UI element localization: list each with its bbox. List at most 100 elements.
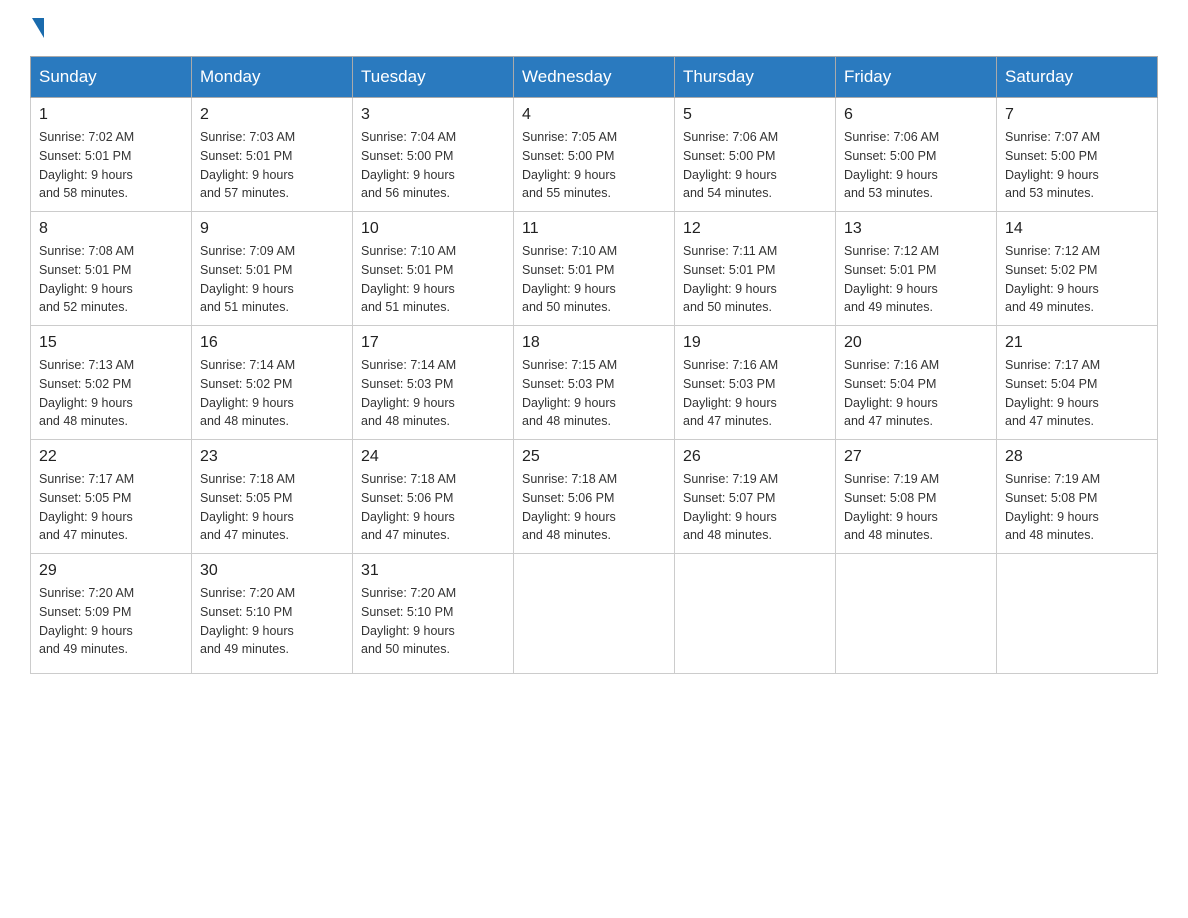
calendar-cell: 16 Sunrise: 7:14 AM Sunset: 5:02 PM Dayli… (192, 326, 353, 440)
calendar-cell: 30 Sunrise: 7:20 AM Sunset: 5:10 PM Dayli… (192, 554, 353, 674)
day-info: Sunrise: 7:02 AM Sunset: 5:01 PM Dayligh… (39, 128, 183, 203)
day-info: Sunrise: 7:10 AM Sunset: 5:01 PM Dayligh… (361, 242, 505, 317)
calendar-table: SundayMondayTuesdayWednesdayThursdayFrid… (30, 56, 1158, 674)
day-number: 23 (200, 448, 344, 466)
day-info: Sunrise: 7:12 AM Sunset: 5:02 PM Dayligh… (1005, 242, 1149, 317)
calendar-cell: 3 Sunrise: 7:04 AM Sunset: 5:00 PM Daylig… (353, 98, 514, 212)
day-number: 17 (361, 334, 505, 352)
day-info: Sunrise: 7:19 AM Sunset: 5:07 PM Dayligh… (683, 470, 827, 545)
day-number: 24 (361, 448, 505, 466)
day-number: 6 (844, 106, 988, 124)
day-number: 30 (200, 562, 344, 580)
day-number: 28 (1005, 448, 1149, 466)
calendar-cell: 31 Sunrise: 7:20 AM Sunset: 5:10 PM Dayli… (353, 554, 514, 674)
logo (30, 20, 44, 36)
day-number: 10 (361, 220, 505, 238)
calendar-cell: 7Sunrise: 7:07 AM Sunset: 5:00 PM Daylig… (997, 98, 1158, 212)
day-info: Sunrise: 7:13 AM Sunset: 5:02 PM Dayligh… (39, 356, 183, 431)
day-info: Sunrise: 7:03 AM Sunset: 5:01 PM Dayligh… (200, 128, 344, 203)
day-info: Sunrise: 7:08 AM Sunset: 5:01 PM Dayligh… (39, 242, 183, 317)
calendar-header-saturday: Saturday (997, 57, 1158, 98)
day-number: 29 (39, 562, 183, 580)
calendar-cell (514, 554, 675, 674)
calendar-cell: 22Sunrise: 7:17 AM Sunset: 5:05 PM Dayli… (31, 440, 192, 554)
day-number: 13 (844, 220, 988, 238)
day-info: Sunrise: 7:19 AM Sunset: 5:08 PM Dayligh… (844, 470, 988, 545)
day-number: 9 (200, 220, 344, 238)
calendar-cell (675, 554, 836, 674)
calendar-header-friday: Friday (836, 57, 997, 98)
day-number: 16 (200, 334, 344, 352)
calendar-cell: 27 Sunrise: 7:19 AM Sunset: 5:08 PM Dayli… (836, 440, 997, 554)
calendar-cell: 15 Sunrise: 7:13 AM Sunset: 5:02 PM Dayli… (31, 326, 192, 440)
day-number: 3 (361, 106, 505, 124)
day-info: Sunrise: 7:18 AM Sunset: 5:05 PM Dayligh… (200, 470, 344, 545)
day-number: 26 (683, 448, 827, 466)
calendar-header-thursday: Thursday (675, 57, 836, 98)
calendar-header-row: SundayMondayTuesdayWednesdayThursdayFrid… (31, 57, 1158, 98)
day-info: Sunrise: 7:14 AM Sunset: 5:03 PM Dayligh… (361, 356, 505, 431)
day-number: 15 (39, 334, 183, 352)
calendar-cell (836, 554, 997, 674)
calendar-week-row: 29 Sunrise: 7:20 AM Sunset: 5:09 PM Dayli… (31, 554, 1158, 674)
day-info: Sunrise: 7:14 AM Sunset: 5:02 PM Dayligh… (200, 356, 344, 431)
day-number: 14 (1005, 220, 1149, 238)
day-number: 20 (844, 334, 988, 352)
day-number: 8 (39, 220, 183, 238)
calendar-header-wednesday: Wednesday (514, 57, 675, 98)
day-number: 18 (522, 334, 666, 352)
calendar-cell: 8 Sunrise: 7:08 AM Sunset: 5:01 PM Daylig… (31, 212, 192, 326)
day-number: 2 (200, 106, 344, 124)
day-info: Sunrise: 7:05 AM Sunset: 5:00 PM Dayligh… (522, 128, 666, 203)
day-info: Sunrise: 7:17 AM Sunset: 5:04 PM Dayligh… (1005, 356, 1149, 431)
calendar-cell: 24 Sunrise: 7:18 AM Sunset: 5:06 PM Dayli… (353, 440, 514, 554)
calendar-cell: 20 Sunrise: 7:16 AM Sunset: 5:04 PM Dayli… (836, 326, 997, 440)
day-info: Sunrise: 7:17 AM Sunset: 5:05 PM Dayligh… (39, 470, 183, 545)
logo-triangle-icon (32, 18, 44, 38)
day-info: Sunrise: 7:11 AM Sunset: 5:01 PM Dayligh… (683, 242, 827, 317)
calendar-cell: 14 Sunrise: 7:12 AM Sunset: 5:02 PM Dayli… (997, 212, 1158, 326)
day-number: 1 (39, 106, 183, 124)
day-info: Sunrise: 7:10 AM Sunset: 5:01 PM Dayligh… (522, 242, 666, 317)
calendar-cell: 4 Sunrise: 7:05 AM Sunset: 5:00 PM Daylig… (514, 98, 675, 212)
calendar-week-row: 8 Sunrise: 7:08 AM Sunset: 5:01 PM Daylig… (31, 212, 1158, 326)
calendar-cell: 5Sunrise: 7:06 AM Sunset: 5:00 PM Daylig… (675, 98, 836, 212)
calendar-cell: 28Sunrise: 7:19 AM Sunset: 5:08 PM Dayli… (997, 440, 1158, 554)
day-number: 27 (844, 448, 988, 466)
day-number: 11 (522, 220, 666, 238)
day-number: 25 (522, 448, 666, 466)
calendar-cell: 29 Sunrise: 7:20 AM Sunset: 5:09 PM Dayli… (31, 554, 192, 674)
calendar-cell: 13 Sunrise: 7:12 AM Sunset: 5:01 PM Dayli… (836, 212, 997, 326)
calendar-cell: 18 Sunrise: 7:15 AM Sunset: 5:03 PM Dayli… (514, 326, 675, 440)
calendar-cell: 17 Sunrise: 7:14 AM Sunset: 5:03 PM Dayli… (353, 326, 514, 440)
day-info: Sunrise: 7:04 AM Sunset: 5:00 PM Dayligh… (361, 128, 505, 203)
day-number: 4 (522, 106, 666, 124)
day-info: Sunrise: 7:18 AM Sunset: 5:06 PM Dayligh… (522, 470, 666, 545)
calendar-week-row: 1 Sunrise: 7:02 AM Sunset: 5:01 PM Daylig… (31, 98, 1158, 212)
day-info: Sunrise: 7:15 AM Sunset: 5:03 PM Dayligh… (522, 356, 666, 431)
day-info: Sunrise: 7:16 AM Sunset: 5:04 PM Dayligh… (844, 356, 988, 431)
page-header (30, 20, 1158, 36)
calendar-header-sunday: Sunday (31, 57, 192, 98)
day-info: Sunrise: 7:20 AM Sunset: 5:10 PM Dayligh… (361, 584, 505, 659)
day-info: Sunrise: 7:20 AM Sunset: 5:09 PM Dayligh… (39, 584, 183, 659)
day-number: 5 (683, 106, 827, 124)
day-number: 31 (361, 562, 505, 580)
day-info: Sunrise: 7:07 AM Sunset: 5:00 PM Dayligh… (1005, 128, 1149, 203)
day-info: Sunrise: 7:12 AM Sunset: 5:01 PM Dayligh… (844, 242, 988, 317)
calendar-cell: 26 Sunrise: 7:19 AM Sunset: 5:07 PM Dayli… (675, 440, 836, 554)
day-number: 19 (683, 334, 827, 352)
calendar-week-row: 15 Sunrise: 7:13 AM Sunset: 5:02 PM Dayli… (31, 326, 1158, 440)
calendar-cell (997, 554, 1158, 674)
calendar-cell: 23 Sunrise: 7:18 AM Sunset: 5:05 PM Dayli… (192, 440, 353, 554)
day-info: Sunrise: 7:09 AM Sunset: 5:01 PM Dayligh… (200, 242, 344, 317)
day-info: Sunrise: 7:18 AM Sunset: 5:06 PM Dayligh… (361, 470, 505, 545)
day-number: 12 (683, 220, 827, 238)
calendar-week-row: 22Sunrise: 7:17 AM Sunset: 5:05 PM Dayli… (31, 440, 1158, 554)
calendar-cell: 12 Sunrise: 7:11 AM Sunset: 5:01 PM Dayli… (675, 212, 836, 326)
calendar-cell: 6Sunrise: 7:06 AM Sunset: 5:00 PM Daylig… (836, 98, 997, 212)
calendar-cell: 25 Sunrise: 7:18 AM Sunset: 5:06 PM Dayli… (514, 440, 675, 554)
calendar-cell: 19Sunrise: 7:16 AM Sunset: 5:03 PM Dayli… (675, 326, 836, 440)
day-info: Sunrise: 7:20 AM Sunset: 5:10 PM Dayligh… (200, 584, 344, 659)
calendar-cell: 1 Sunrise: 7:02 AM Sunset: 5:01 PM Daylig… (31, 98, 192, 212)
